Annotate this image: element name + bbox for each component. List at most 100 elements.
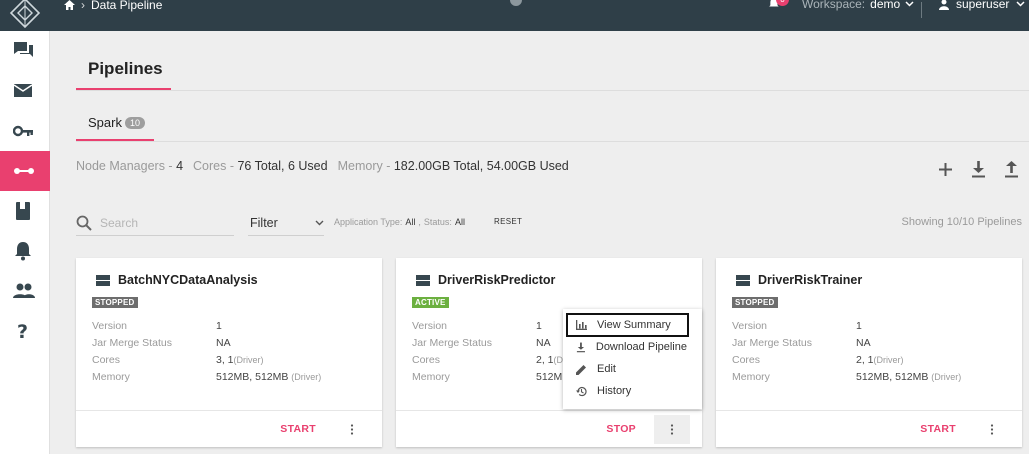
book-icon [16,202,30,220]
app-type-label: Application Type: [334,217,403,227]
jar-merge-value: NA [216,336,231,349]
pipeline-name[interactable]: DriverRiskTrainer [758,273,862,287]
menu-item-download-pipeline[interactable]: Download Pipeline [568,337,687,357]
sidebar-item-mail[interactable] [0,71,50,111]
chevron-down-icon [905,1,914,7]
pipeline-properties: Version 1 Jar Merge Status NA Cores 2, 1(Dr… [732,317,961,385]
memory-value: 512MB, 512MB [856,370,929,383]
more-options-button[interactable] [654,415,690,444]
storage-icon [96,274,110,286]
version-label: Version [732,319,768,332]
pipeline-name[interactable]: DriverRiskPredictor [438,273,555,287]
start-button[interactable]: START [920,423,956,435]
users-icon [13,283,35,298]
top-bar: › Data Pipeline 0 Workspace: demo superu… [50,0,1029,31]
cores-value: 2, 1 [536,353,554,366]
sidebar-item-users[interactable] [0,271,50,311]
sidebar-item-pipelines[interactable] [0,151,50,191]
memory-note: (Driver) [931,371,962,382]
sidebar-item-alerts[interactable] [0,231,50,271]
breadcrumb-separator: › [81,0,85,12]
app-logo[interactable] [0,0,50,31]
logo-icon [9,0,41,29]
cores-label: Cores [412,353,441,366]
status-indicator-icon [510,0,522,6]
sidebar: ? [0,0,50,454]
menu-item-view-summary[interactable]: View Summary [566,313,689,337]
pipeline-card[interactable]: BatchNYCDataAnalysis STOPPED Version 1 Ja… [76,258,382,447]
pipeline-properties: Version 1 Jar Merge Status NA Cores 2, 1(Dr… [412,317,566,385]
sidebar-item-library[interactable] [0,191,50,231]
mail-icon [13,84,33,97]
memory-label: Memory [92,370,130,383]
help-icon: ? [17,321,28,341]
tab-count-badge: 10 [124,116,145,129]
cores-label: Cores [732,353,761,366]
status-filter-value: All [454,217,465,227]
workspace-selector[interactable]: Workspace: demo [802,0,914,11]
jar-merge-value: NA [856,336,871,349]
download-icon[interactable] [969,160,988,179]
workspace-label: Workspace: [802,0,866,11]
menu-item-label: Download Pipeline [595,341,687,353]
node-managers-value: 4 [176,159,184,173]
tab-label: Spark [88,115,122,130]
storage-icon [736,274,750,286]
cores-note: (Driver) [233,354,264,365]
pipeline-card[interactable]: DriverRiskTrainer STOPPED Version 1 Jar M… [716,258,1022,447]
status-badge: ACTIVE [412,297,449,308]
tab-spark[interactable]: Spark 10 [88,115,145,130]
cores-value: 76 Total, 6 Used [237,159,328,173]
pipeline-actions [936,160,1021,179]
home-icon[interactable] [64,0,75,10]
node-managers-label: Node Managers - [76,159,173,173]
app-type-value: All [405,217,416,227]
filter-label: Filter [250,216,278,230]
chevron-down-icon [315,220,324,226]
memory-note: (Driver) [291,371,322,382]
more-options-button[interactable] [334,415,370,444]
upload-icon[interactable] [1002,160,1021,179]
sidebar-item-help[interactable]: ? [0,311,50,351]
key-icon [13,125,33,137]
filter-dropdown[interactable]: Filter [248,211,324,236]
cores-label: Cores - [193,159,234,173]
stop-button[interactable]: STOP [606,423,636,435]
memory-value: 182.00GB Total, 54.00GB Used [393,159,569,173]
more-options-button[interactable] [974,415,1010,444]
more-vert-icon [350,424,354,435]
search-input[interactable] [98,215,228,231]
version-value: 1 [856,319,862,332]
svg-text:?: ? [17,321,28,341]
memory-value: 512MB, 512MB [216,370,289,383]
jar-merge-label: Jar Merge Status [92,336,172,349]
memory-label: Memory [732,370,770,383]
sidebar-item-keys[interactable] [0,111,50,151]
sidebar-item-messages[interactable] [0,31,50,71]
version-value: 1 [216,319,222,332]
menu-item-edit[interactable]: Edit [568,359,687,379]
jar-merge-label: Jar Merge Status [412,336,492,349]
divider [76,141,1029,142]
divider [76,90,1029,91]
menu-item-label: Edit [597,363,616,375]
user-menu[interactable]: superuser [939,0,1025,11]
card-footer: STOP [396,410,702,447]
page-title: Pipelines [88,59,163,78]
cluster-stats: Node Managers - 4 Cores - 76 Total, 6 Us… [76,159,569,173]
version-value: 1 [536,319,542,332]
breadcrumb-current: Data Pipeline [91,0,163,12]
pipeline-icon [14,168,34,174]
pipeline-properties: Version 1 Jar Merge Status NA Cores 3, 1(Dr… [92,317,321,385]
search-box [76,211,234,236]
search-icon [76,215,92,231]
start-button[interactable]: START [280,423,316,435]
pipeline-name[interactable]: BatchNYCDataAnalysis [118,273,258,287]
pipeline-context-menu: View Summary Download Pipeline Edit Hist… [563,309,702,409]
reset-button[interactable]: RESET [494,217,522,226]
cores-note: (Driver) [873,354,904,365]
active-filters: Application Type: All, Status: All [334,217,465,227]
more-vert-icon [990,424,994,435]
menu-item-history[interactable]: History [568,381,687,401]
add-icon[interactable] [936,160,955,179]
